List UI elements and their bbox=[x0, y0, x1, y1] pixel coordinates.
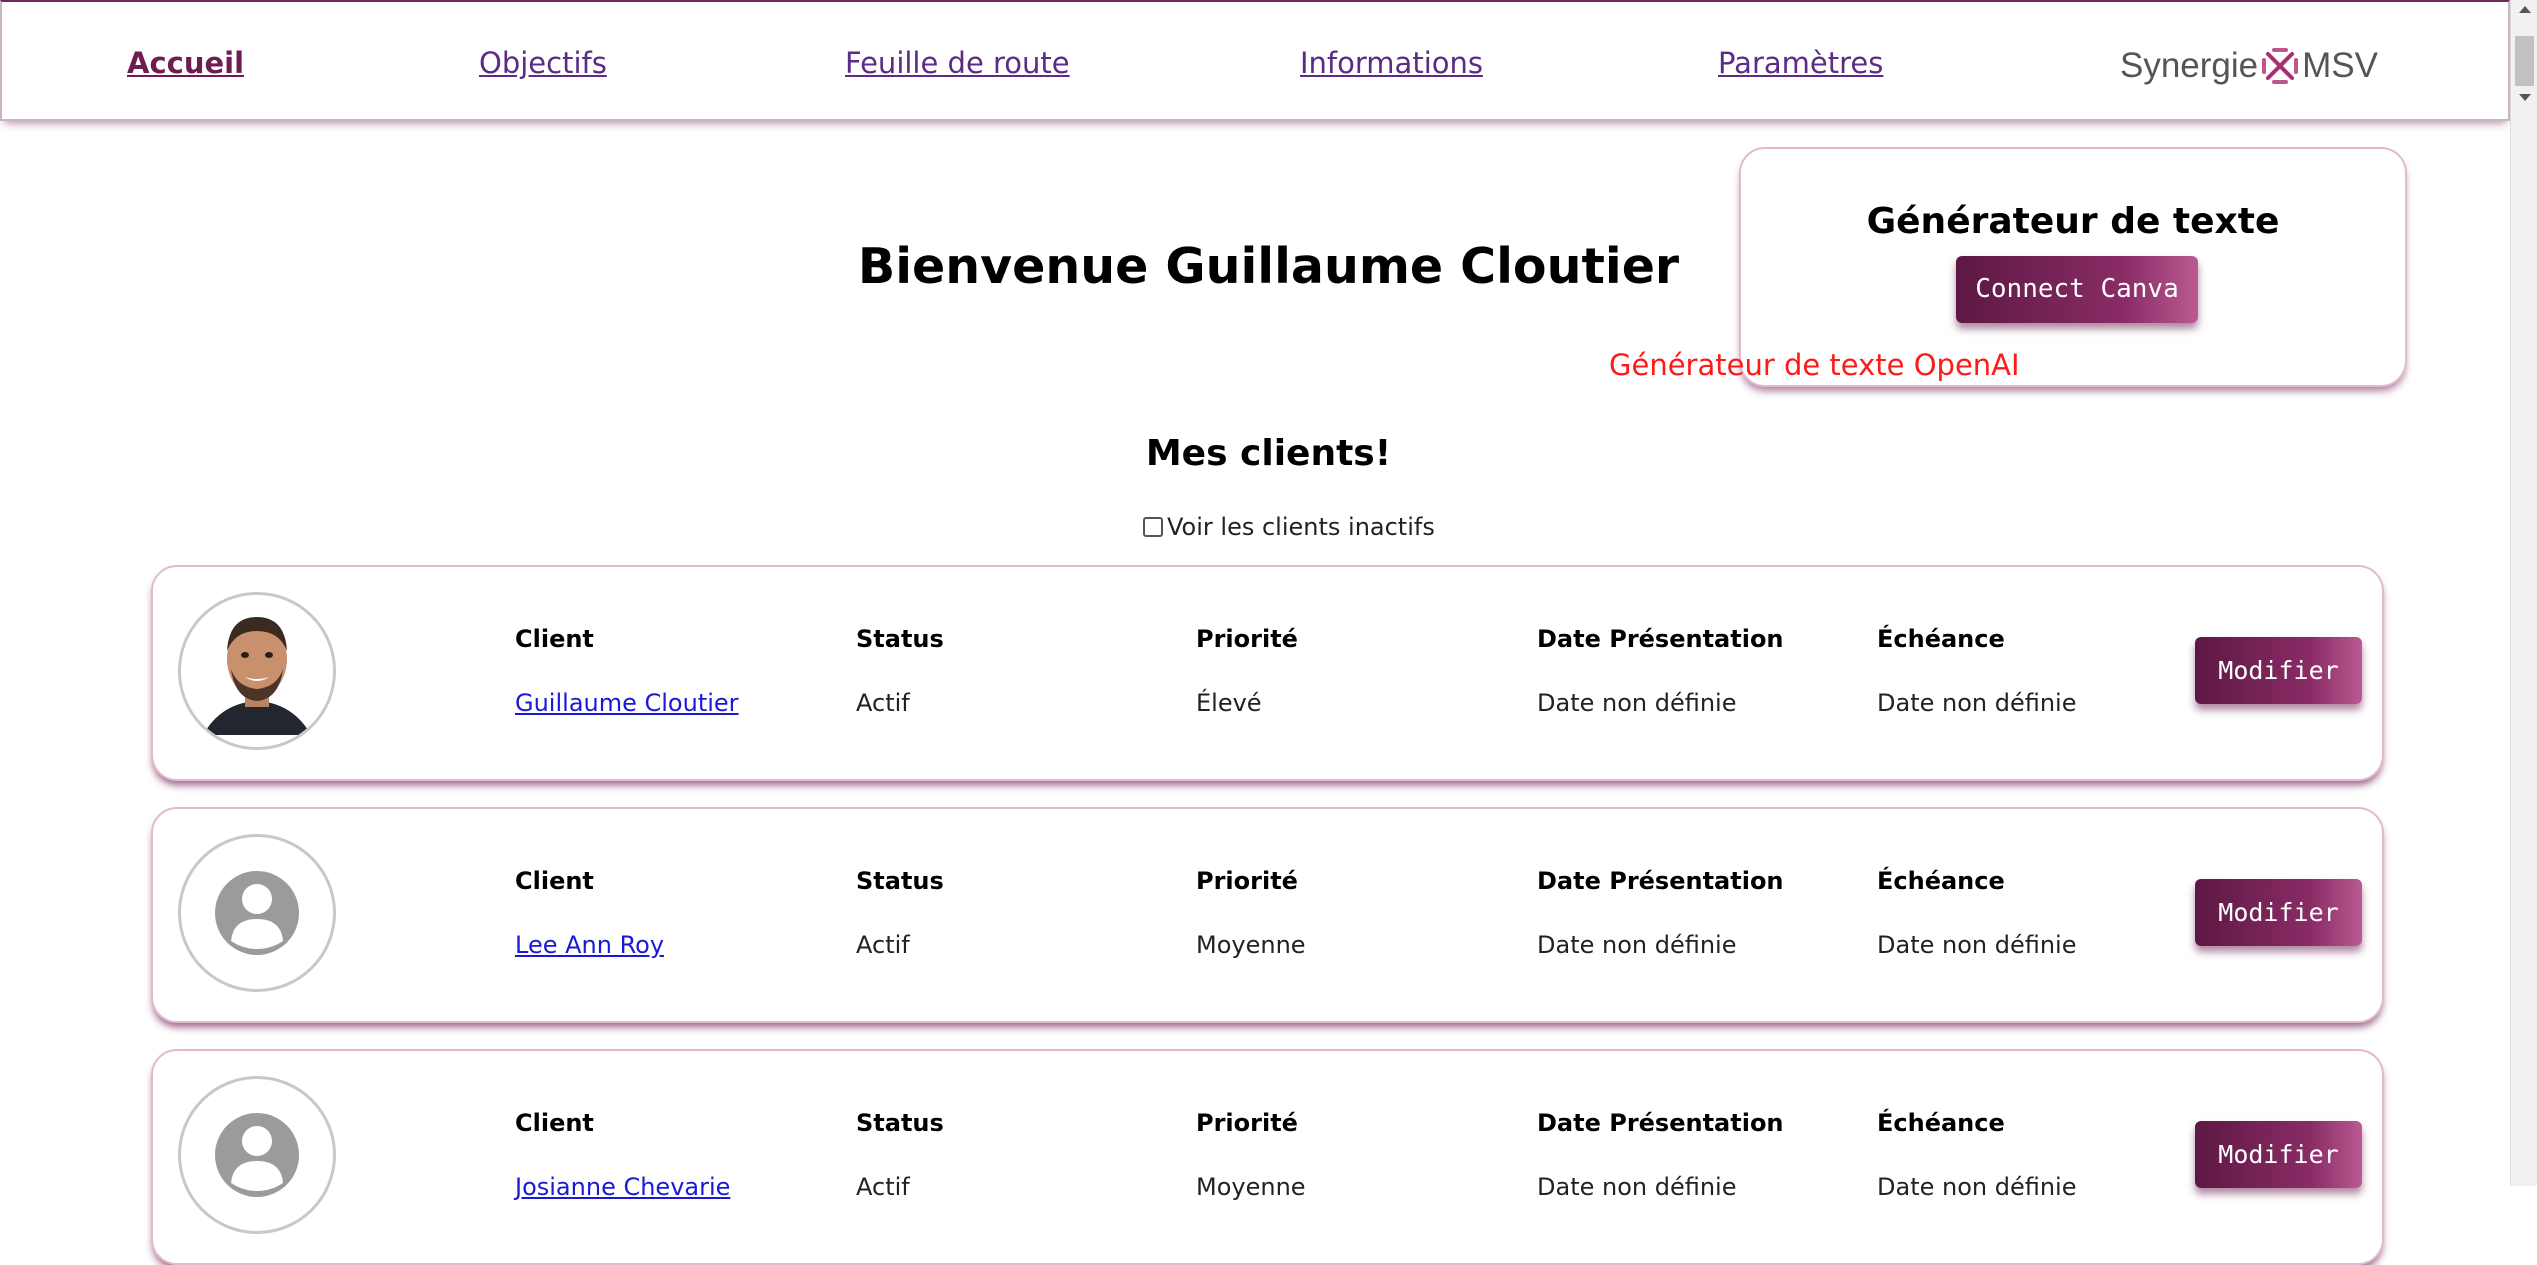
header-client: Client bbox=[515, 867, 594, 895]
user-placeholder-icon bbox=[215, 871, 299, 955]
scroll-up-icon[interactable] bbox=[2519, 6, 2531, 13]
header-priority: Priorité bbox=[1196, 867, 1298, 895]
inactive-clients-toggle[interactable]: Voir les clients inactifs bbox=[1143, 513, 1435, 541]
client-due-date: Date non définie bbox=[1877, 931, 2077, 959]
client-name-link[interactable]: Guillaume Cloutier bbox=[515, 689, 739, 717]
openai-generator-label: Générateur de texte OpenAI bbox=[1609, 348, 2020, 382]
client-priority: Moyenne bbox=[1196, 931, 1306, 959]
header-due: Échéance bbox=[1877, 1109, 2005, 1137]
text-generator-title: Générateur de texte bbox=[1866, 201, 2280, 242]
client-priority: Élevé bbox=[1196, 689, 1262, 717]
header-status: Status bbox=[856, 625, 944, 653]
header-due: Échéance bbox=[1877, 625, 2005, 653]
header-status: Status bbox=[856, 1109, 944, 1137]
avatar bbox=[178, 592, 336, 750]
nav-parametres[interactable]: Paramètres bbox=[1718, 46, 1883, 80]
client-card: Client Status Priorité Date Présentation… bbox=[151, 1049, 2384, 1265]
header-due: Échéance bbox=[1877, 867, 2005, 895]
header-priority: Priorité bbox=[1196, 1109, 1298, 1137]
top-navigation: Accueil Objectifs Feuille de route Infor… bbox=[0, 0, 2510, 121]
scrollbar-thumb[interactable] bbox=[2515, 36, 2534, 86]
client-status: Actif bbox=[856, 689, 910, 717]
scroll-down-icon[interactable] bbox=[2519, 94, 2531, 101]
client-presentation-date: Date non définie bbox=[1537, 689, 1737, 717]
client-presentation-date: Date non définie bbox=[1537, 931, 1737, 959]
client-status: Actif bbox=[856, 1173, 910, 1201]
client-presentation-date: Date non définie bbox=[1537, 1173, 1737, 1201]
logo-text-right: MSV bbox=[2302, 46, 2378, 85]
inactive-clients-checkbox[interactable] bbox=[1143, 517, 1163, 537]
avatar bbox=[178, 1076, 336, 1234]
client-card: Client Status Priorité Date Présentation… bbox=[151, 565, 2384, 781]
nav-informations[interactable]: Informations bbox=[1300, 46, 1483, 80]
avatar bbox=[178, 834, 336, 992]
logo-mark-icon bbox=[2262, 48, 2299, 84]
modifier-button[interactable]: Modifier bbox=[2195, 879, 2362, 946]
modifier-button[interactable]: Modifier bbox=[2195, 1121, 2362, 1188]
page-scrollbar[interactable] bbox=[2510, 0, 2537, 1186]
user-placeholder-icon bbox=[215, 1113, 299, 1197]
client-name-link[interactable]: Lee Ann Roy bbox=[515, 931, 664, 959]
client-priority: Moyenne bbox=[1196, 1173, 1306, 1201]
header-presentation: Date Présentation bbox=[1537, 625, 1784, 653]
header-presentation: Date Présentation bbox=[1537, 867, 1784, 895]
synergie-msv-logo[interactable]: Synergie MSV bbox=[2120, 46, 2378, 86]
header-status: Status bbox=[856, 867, 944, 895]
welcome-text: Bienvenue Guillaume Cloutier bbox=[857, 238, 1680, 295]
client-card: Client Status Priorité Date Présentation… bbox=[151, 807, 2384, 1023]
modifier-button[interactable]: Modifier bbox=[2195, 637, 2362, 704]
header-presentation: Date Présentation bbox=[1537, 1109, 1784, 1137]
connect-canva-button[interactable]: Connect Canva bbox=[1956, 256, 2198, 323]
client-photo bbox=[181, 595, 333, 747]
client-status: Actif bbox=[856, 931, 910, 959]
nav-accueil[interactable]: Accueil bbox=[127, 46, 244, 80]
header-client: Client bbox=[515, 625, 594, 653]
header-priority: Priorité bbox=[1196, 625, 1298, 653]
clients-heading: Mes clients! bbox=[1145, 433, 1392, 474]
inactive-clients-label: Voir les clients inactifs bbox=[1167, 513, 1435, 541]
nav-feuille-de-route[interactable]: Feuille de route bbox=[845, 46, 1070, 80]
header-client: Client bbox=[515, 1109, 594, 1137]
client-due-date: Date non définie bbox=[1877, 1173, 2077, 1201]
logo-text-left: Synergie bbox=[2120, 46, 2259, 85]
client-name-link[interactable]: Josianne Chevarie bbox=[515, 1173, 730, 1201]
client-due-date: Date non définie bbox=[1877, 689, 2077, 717]
nav-objectifs[interactable]: Objectifs bbox=[479, 46, 607, 80]
